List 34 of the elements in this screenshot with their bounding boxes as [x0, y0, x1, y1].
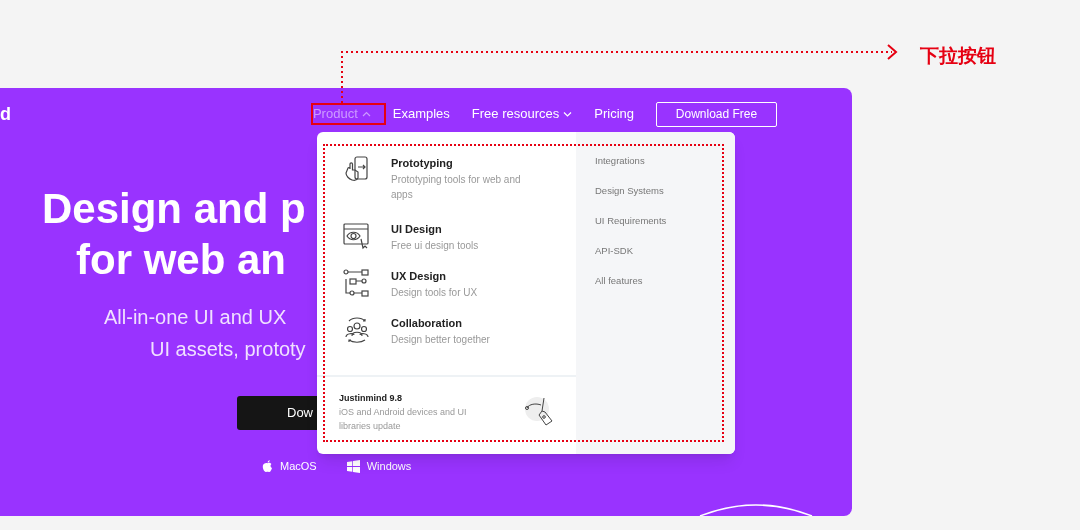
platform-label[interactable]: MacOS: [280, 458, 317, 475]
hand-phone-icon: [343, 156, 371, 184]
people-icon: [343, 316, 371, 344]
hero-subtitle: UI assets, prototy: [150, 337, 306, 362]
release-description: iOS and Android devices and UI libraries update: [339, 406, 468, 433]
platform-label[interactable]: Windows: [366, 458, 412, 475]
menu-item-title[interactable]: Collaboration: [391, 316, 462, 330]
flowchart-icon: [343, 269, 371, 297]
menu-item-description: Free ui design tools: [391, 239, 479, 253]
menu-link[interactable]: API-SDK: [595, 244, 633, 257]
menu-item-title[interactable]: Prototyping: [391, 156, 453, 170]
eye-window-icon: [343, 222, 371, 250]
nav-link[interactable]: Free resources: [471, 104, 573, 124]
menu-item-description: Design better together: [391, 333, 490, 347]
hero-title: for web an: [76, 235, 287, 285]
menu-item-description: Prototyping tools for web and apps: [391, 173, 522, 202]
download-button[interactable]: Download Free: [656, 101, 777, 127]
menu-item-title[interactable]: UI Design: [391, 222, 442, 236]
logo-text[interactable]: d: [0, 100, 11, 128]
hero-title: Design and p: [42, 184, 306, 234]
menu-item-description: Design tools for UX: [391, 286, 478, 300]
menu-link[interactable]: UI Requirements: [595, 214, 667, 227]
menu-link[interactable]: All features: [595, 274, 643, 287]
annotation-label: 下拉按钮: [920, 44, 996, 68]
hero-subtitle: All-in-one UI and UX: [104, 305, 287, 330]
apple-icon: [262, 459, 273, 473]
nav-link[interactable]: Pricing: [594, 104, 634, 124]
download-button[interactable]: Dow: [237, 396, 317, 430]
menu-link[interactable]: Design Systems: [595, 184, 664, 197]
nav-link[interactable]: Examples: [392, 104, 450, 124]
menu-item-title[interactable]: UX Design: [391, 269, 446, 283]
windows-icon: [346, 459, 360, 473]
menu-link[interactable]: Integrations: [595, 154, 645, 167]
release-title[interactable]: Justinmind 9.8: [339, 391, 489, 405]
